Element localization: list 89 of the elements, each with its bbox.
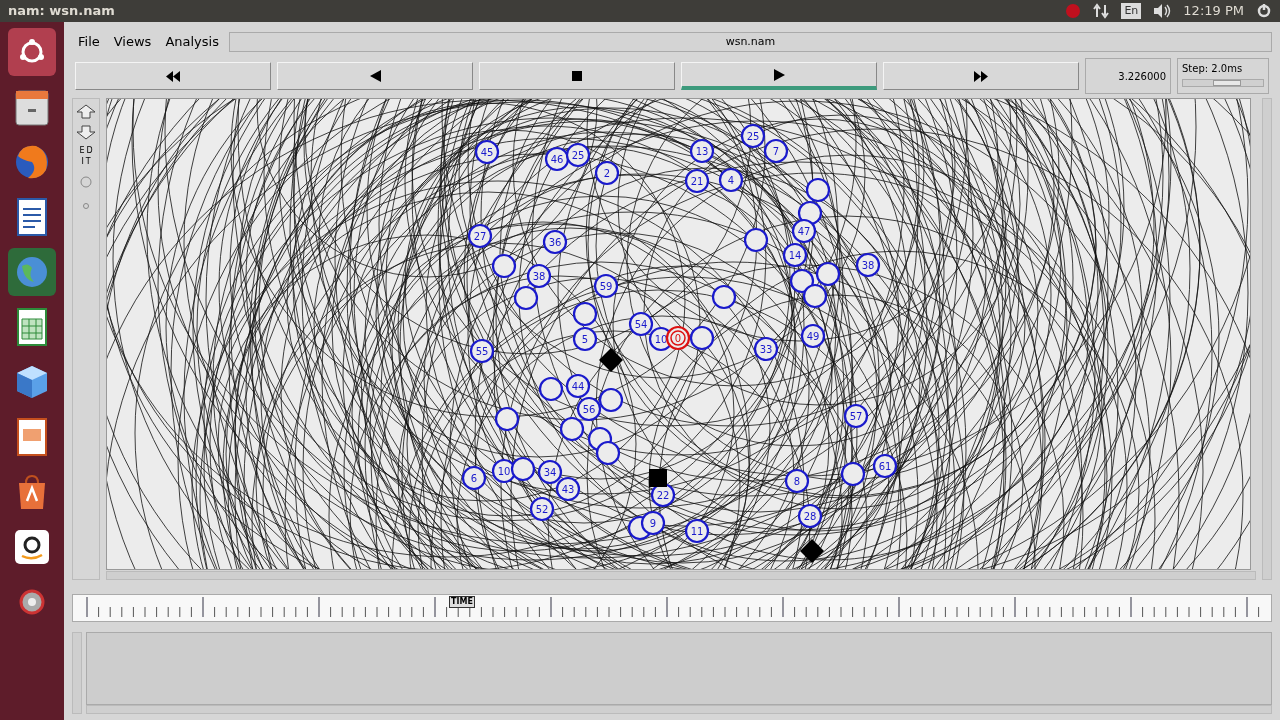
sensor-node[interactable] bbox=[805, 177, 831, 203]
sensor-node[interactable] bbox=[510, 456, 536, 482]
sensor-node[interactable]: 59 bbox=[593, 273, 619, 299]
sensor-node[interactable] bbox=[789, 268, 815, 294]
network-icon[interactable] bbox=[1093, 3, 1110, 19]
sensor-node[interactable]: 38 bbox=[526, 263, 552, 289]
sensor-node[interactable]: 43 bbox=[555, 476, 581, 502]
sensor-node[interactable] bbox=[559, 416, 585, 442]
timeline[interactable]: TIME bbox=[72, 594, 1272, 622]
edit-tool-button[interactable]: EDIT bbox=[77, 143, 95, 169]
sensor-node[interactable] bbox=[572, 301, 598, 327]
sensor-node[interactable]: 2 bbox=[594, 160, 620, 186]
zoom-in-icon[interactable] bbox=[75, 103, 97, 121]
sensor-node[interactable]: 13 bbox=[689, 138, 715, 164]
sensor-node[interactable]: 0 bbox=[665, 325, 691, 351]
sensor-node[interactable]: 44 bbox=[565, 373, 591, 399]
sensor-node[interactable] bbox=[802, 283, 828, 309]
ubuntu-logo-icon[interactable] bbox=[8, 28, 56, 76]
step-label: Step: 2.0ms bbox=[1182, 62, 1244, 76]
sensor-node[interactable]: 27 bbox=[467, 223, 493, 249]
sensor-node[interactable] bbox=[595, 440, 621, 466]
sensor-node[interactable] bbox=[840, 461, 866, 487]
sensor-node[interactable] bbox=[513, 285, 539, 311]
time-marker[interactable]: TIME bbox=[449, 596, 475, 608]
sensor-node[interactable]: 28 bbox=[797, 503, 823, 529]
playback-button[interactable] bbox=[883, 62, 1079, 90]
sensor-node[interactable] bbox=[711, 284, 737, 310]
sensor-node[interactable]: 45 bbox=[474, 139, 500, 165]
window-title: nam: wsn.nam bbox=[8, 2, 115, 21]
sensor-node[interactable]: 5 bbox=[572, 326, 598, 352]
playback-button[interactable] bbox=[75, 62, 271, 90]
back-icon bbox=[369, 70, 381, 82]
sensor-node[interactable]: 46 bbox=[544, 146, 570, 172]
sensor-node[interactable]: 4 bbox=[718, 167, 744, 193]
menu-item[interactable]: Analysis bbox=[165, 32, 219, 52]
slider-thumb[interactable] bbox=[1213, 80, 1241, 86]
diamond-node[interactable] bbox=[800, 539, 824, 563]
playback-button[interactable] bbox=[479, 62, 675, 90]
sensor-node[interactable] bbox=[743, 227, 769, 253]
file-name-bar: wsn.nam bbox=[228, 32, 1272, 52]
sensor-node[interactable]: 6 bbox=[461, 465, 487, 491]
play-icon bbox=[773, 68, 785, 81]
sensor-node[interactable]: 25 bbox=[740, 123, 766, 149]
sensor-node[interactable]: 14 bbox=[782, 242, 808, 268]
horizontal-scrollbar[interactable] bbox=[86, 705, 1272, 714]
globe-icon[interactable] bbox=[8, 248, 56, 296]
sensor-node[interactable]: 33 bbox=[753, 336, 779, 362]
sensor-node[interactable] bbox=[538, 376, 564, 402]
playback-button[interactable] bbox=[277, 62, 473, 90]
clock[interactable]: 12:19 PM bbox=[1183, 1, 1244, 21]
playback-button[interactable] bbox=[681, 62, 877, 90]
sensor-node[interactable]: 25 bbox=[565, 142, 591, 168]
sensor-node[interactable] bbox=[598, 387, 624, 413]
sensor-node[interactable] bbox=[494, 406, 520, 432]
sensor-node[interactable]: 61 bbox=[872, 453, 898, 479]
zoom-out-icon[interactable] bbox=[75, 123, 97, 141]
sensor-node[interactable]: 11 bbox=[684, 518, 710, 544]
sensor-node[interactable]: 34 bbox=[537, 459, 563, 485]
sensor-node[interactable] bbox=[815, 261, 841, 287]
menu-item[interactable]: File bbox=[78, 32, 100, 52]
horizontal-scrollbar[interactable] bbox=[106, 571, 1256, 580]
vertical-scrollbar[interactable] bbox=[72, 632, 82, 714]
step-slider[interactable] bbox=[1182, 79, 1264, 87]
sensor-node[interactable]: 52 bbox=[529, 496, 555, 522]
sensor-node[interactable]: 21 bbox=[684, 168, 710, 194]
sensor-node[interactable]: 47 bbox=[791, 218, 817, 244]
sensor-node[interactable]: 8 bbox=[784, 468, 810, 494]
sensor-node[interactable]: 9 bbox=[640, 510, 666, 536]
sensor-node[interactable]: 38 bbox=[855, 252, 881, 278]
square-node[interactable] bbox=[649, 469, 667, 487]
sensor-node[interactable]: 7 bbox=[763, 138, 789, 164]
rewind-icon bbox=[166, 70, 180, 82]
sensor-node[interactable]: 49 bbox=[800, 323, 826, 349]
power-icon[interactable] bbox=[1256, 3, 1272, 19]
stop-icon bbox=[572, 71, 582, 81]
sensor-node[interactable]: 54 bbox=[628, 311, 654, 337]
volume-icon[interactable] bbox=[1153, 3, 1172, 19]
sensor-node[interactable]: 36 bbox=[542, 229, 568, 255]
sensor-node[interactable]: 57 bbox=[843, 403, 869, 429]
vertical-scrollbar[interactable] bbox=[1262, 98, 1272, 580]
fast-forward-icon bbox=[974, 70, 988, 82]
sensor-node[interactable] bbox=[689, 325, 715, 351]
diamond-node[interactable] bbox=[599, 348, 623, 372]
keyboard-indicator[interactable]: En bbox=[1121, 2, 1142, 20]
sensor-node[interactable]: 55 bbox=[469, 338, 495, 364]
menu-item[interactable]: Views bbox=[113, 32, 152, 52]
time-display: 3.226000 bbox=[1085, 58, 1171, 94]
sensor-node[interactable]: 56 bbox=[576, 396, 602, 422]
sensor-node[interactable] bbox=[491, 253, 517, 279]
